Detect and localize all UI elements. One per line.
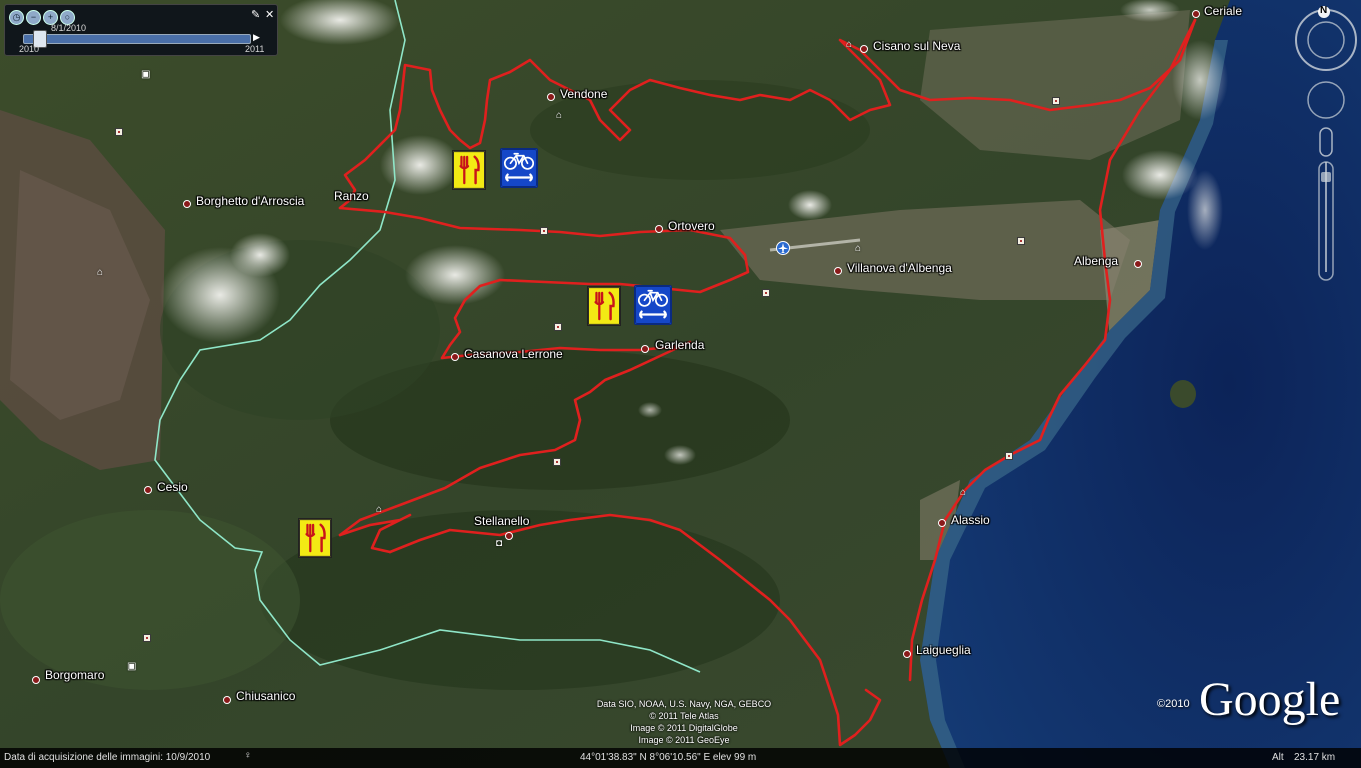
place-label-casanova[interactable]: Casanova Lerrone: [464, 347, 563, 361]
copyright-year: ©2010: [1157, 698, 1190, 710]
map-terrain: [0, 0, 1361, 768]
place-dot-ortovero[interactable]: [655, 225, 663, 233]
poi-marker[interactable]: [115, 128, 123, 136]
place-label-garlenda[interactable]: Garlenda: [655, 338, 704, 352]
place-dot-borghetto[interactable]: [183, 200, 191, 208]
place-dot-chiusanico[interactable]: [223, 696, 231, 704]
place-dot-casanova[interactable]: [451, 353, 459, 361]
altitude-value: 23.17 km: [1294, 752, 1336, 763]
navigation-controls[interactable]: [1294, 4, 1358, 294]
time-start-label: 2010: [19, 44, 40, 54]
museum-icon[interactable]: ⌂: [855, 244, 861, 254]
north-indicator[interactable]: N: [1320, 5, 1327, 16]
place-label-borghetto[interactable]: Borghetto d'Arroscia: [196, 194, 304, 208]
museum-icon[interactable]: ⌂: [846, 40, 852, 50]
time-slider-panel: ◷ − + ○ 8/1/2010 ▶ 2010 2011 ✎ ✕: [4, 4, 278, 56]
place-label-cisano[interactable]: Cisano sul Neva: [873, 39, 960, 53]
status-bar: Data di acquisizione delle immagini: 10/…: [0, 748, 1361, 768]
poi-marker[interactable]: [143, 634, 151, 642]
airport-icon[interactable]: [776, 241, 790, 255]
place-label-alassio[interactable]: Alassio: [951, 513, 990, 527]
place-label-laigueglia[interactable]: Laigueglia: [916, 643, 971, 657]
time-slider-track[interactable]: [23, 34, 251, 44]
bike-repair-icon[interactable]: [500, 148, 538, 188]
restaurant-icon[interactable]: [452, 150, 486, 190]
museum-icon[interactable]: ⌂: [376, 505, 382, 515]
museum-icon[interactable]: ⌂: [556, 111, 562, 121]
wrench-icon[interactable]: ✎: [251, 8, 260, 21]
place-label-vendone[interactable]: Vendone: [560, 87, 607, 101]
poi-marker[interactable]: [1052, 97, 1060, 105]
time-end-label: 2011: [245, 44, 265, 54]
camera-icon[interactable]: ◘: [496, 539, 502, 549]
place-dot-cisano[interactable]: [860, 45, 868, 53]
close-icon[interactable]: ✕: [265, 8, 274, 21]
bike-repair-icon[interactable]: [634, 285, 672, 325]
poi-marker[interactable]: [540, 227, 548, 235]
poi-marker[interactable]: [554, 323, 562, 331]
place-label-borgomaro[interactable]: Borgomaro: [45, 668, 104, 682]
museum-icon[interactable]: ▣: [141, 70, 150, 80]
imagery-date: Data di acquisizione delle immagini: 10/…: [4, 752, 211, 763]
attribution-line: Image © 2011 GeoEye: [638, 735, 730, 745]
place-label-cesio[interactable]: Cesio: [157, 480, 188, 494]
attribution-line: © 2011 Tele Atlas: [649, 711, 719, 721]
satellite-map[interactable]: Ceriale ⌂ Cisano sul Neva Vendone ⌂ Borg…: [0, 0, 1361, 768]
attribution-line: Image © 2011 DigitalGlobe: [630, 723, 738, 733]
poi-marker[interactable]: [762, 289, 770, 297]
poi-marker[interactable]: [1017, 237, 1025, 245]
play-icon[interactable]: ▶: [253, 32, 260, 43]
place-label-villanova[interactable]: Villanova d'Albenga: [847, 261, 952, 275]
place-dot-garlenda[interactable]: [641, 345, 649, 353]
place-label-chiusanico[interactable]: Chiusanico: [236, 689, 295, 703]
cursor-coordinates: 44°01'38.83" N 8°06'10.56" E elev 99 m: [580, 752, 757, 763]
restaurant-icon[interactable]: [587, 286, 621, 326]
place-label-albenga[interactable]: Albenga: [1074, 254, 1118, 268]
time-clock-icon[interactable]: ◷: [9, 10, 24, 25]
zoom-out-icon[interactable]: −: [26, 10, 41, 25]
time-current-date: 8/1/2010: [51, 23, 87, 33]
poi-marker[interactable]: [1005, 452, 1013, 460]
street-view-icon[interactable]: ♀: [244, 750, 252, 761]
attribution-line: Data SIO, NOAA, U.S. Navy, NGA, GEBCO: [596, 699, 772, 709]
museum-icon[interactable]: ⌂: [960, 488, 966, 498]
museum-icon[interactable]: ⌂: [97, 268, 103, 278]
google-logo: Google: [1199, 673, 1341, 726]
poi-marker[interactable]: [553, 458, 561, 466]
altitude-label: Alt: [1272, 752, 1284, 763]
place-label-stellanello[interactable]: Stellanello: [474, 514, 529, 528]
place-dot-ceriale[interactable]: [1192, 10, 1200, 18]
place-dot-vendone[interactable]: [547, 93, 555, 101]
place-dot-borgomaro[interactable]: [32, 676, 40, 684]
map-attribution: Data SIO, NOAA, U.S. Navy, NGA, GEBCO © …: [584, 698, 784, 746]
restaurant-icon[interactable]: [298, 518, 332, 558]
place-label-ortovero[interactable]: Ortovero: [668, 219, 715, 233]
place-dot-cesio[interactable]: [144, 486, 152, 494]
place-dot-stellanello[interactable]: [505, 532, 513, 540]
place-dot-alassio[interactable]: [938, 519, 946, 527]
museum-icon[interactable]: ▣: [127, 662, 136, 672]
place-dot-laigueglia[interactable]: [903, 650, 911, 658]
place-label-ranzo[interactable]: Ranzo: [334, 189, 369, 203]
place-dot-albenga[interactable]: [1134, 260, 1142, 268]
place-dot-villanova[interactable]: [834, 267, 842, 275]
place-label-ceriale[interactable]: Ceriale: [1204, 4, 1242, 18]
